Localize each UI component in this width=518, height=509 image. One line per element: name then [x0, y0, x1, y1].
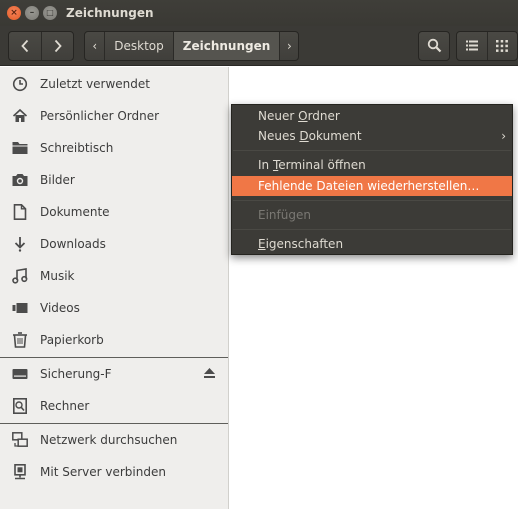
menu-item-label: In Terminal öffnen	[258, 158, 366, 172]
drive-icon	[0, 368, 40, 380]
sidebar-item-label: Rechner	[40, 399, 90, 413]
sidebar-item-trash[interactable]: Papierkorb	[0, 324, 228, 356]
camera-icon	[0, 173, 40, 187]
menu-item-label: Einfügen	[258, 208, 311, 222]
sidebar-item-downloads[interactable]: Downloads	[0, 228, 228, 260]
menu-item-new-folder[interactable]: Neuer Ordner	[232, 106, 512, 126]
network-icon	[0, 432, 40, 448]
chevron-left-icon	[21, 39, 29, 52]
close-icon: ×	[10, 7, 18, 18]
grid-view-button[interactable]	[486, 31, 517, 60]
maximize-icon: □	[46, 8, 54, 17]
close-window-button[interactable]: ×	[7, 6, 21, 20]
menu-separator	[233, 229, 511, 230]
chevron-right-icon	[54, 39, 62, 52]
sidebar-item-browse-network[interactable]: Netzwerk durchsuchen	[0, 424, 228, 456]
download-icon	[0, 236, 40, 252]
menu-item-restore-missing-files[interactable]: Fehlende Dateien wiederherstellen…	[232, 176, 512, 196]
path-scroll-left-button[interactable]: ‹	[85, 32, 104, 60]
sidebar-item-label: Netzwerk durchsuchen	[40, 433, 178, 447]
grid-view-icon	[496, 39, 509, 52]
search-icon	[427, 38, 441, 53]
search-button[interactable]	[419, 32, 448, 60]
title-bar: × – □ Zeichnungen	[0, 0, 518, 26]
context-menu: Neuer Ordner Neues Dokument › In Termina…	[231, 104, 513, 255]
clock-icon	[0, 76, 40, 92]
music-icon	[0, 268, 40, 284]
sidebar-item-label: Sicherung-F	[40, 367, 112, 381]
sidebar-item-label: Bilder	[40, 173, 75, 187]
toolbar: ‹ Desktop Zeichnungen ›	[0, 26, 518, 66]
sidebar-item-documents[interactable]: Dokumente	[0, 196, 228, 228]
sidebar-item-label: Papierkorb	[40, 333, 104, 347]
sidebar-item-label: Schreibtisch	[40, 141, 114, 155]
breadcrumb-zeichnungen[interactable]: Zeichnungen	[172, 31, 280, 60]
minimize-icon: –	[29, 7, 35, 18]
sidebar-item-computer[interactable]: Rechner	[0, 390, 228, 422]
view-mode-group	[455, 30, 518, 61]
sidebar-item-pictures[interactable]: Bilder	[0, 164, 228, 196]
sidebar-item-label: Videos	[40, 301, 80, 315]
menu-separator	[233, 200, 511, 201]
eject-icon[interactable]	[203, 367, 216, 382]
sidebar-item-home[interactable]: Persönlicher Ordner	[0, 100, 228, 132]
path-right-icon: ›	[286, 38, 292, 53]
list-view-button[interactable]	[457, 32, 487, 60]
navigation-buttons	[8, 30, 75, 61]
back-button[interactable]	[9, 32, 41, 60]
window-title: Zeichnungen	[66, 6, 154, 20]
menu-item-new-document[interactable]: Neues Dokument ›	[232, 126, 512, 146]
computer-icon	[0, 398, 40, 414]
sidebar-item-label: Zuletzt verwendet	[40, 77, 150, 91]
sidebar-item-connect-server[interactable]: Mit Server verbinden	[0, 456, 228, 488]
sidebar: Zuletzt verwendet Persönlicher Ordner Sc…	[0, 67, 229, 509]
menu-item-label: Neuer Ordner	[258, 109, 340, 123]
search-button-group	[418, 30, 450, 61]
video-icon	[0, 302, 40, 314]
menu-separator	[233, 150, 511, 151]
menu-item-label: Eigenschaften	[258, 237, 344, 251]
sidebar-item-desktop[interactable]: Schreibtisch	[0, 132, 228, 164]
path-bar: ‹ Desktop Zeichnungen ›	[84, 30, 300, 61]
sidebar-item-music[interactable]: Musik	[0, 260, 228, 292]
submenu-arrow-icon: ›	[501, 129, 506, 143]
trash-icon	[0, 332, 40, 348]
minimize-window-button[interactable]: –	[25, 6, 39, 20]
path-left-icon: ‹	[92, 38, 98, 53]
sidebar-item-label: Musik	[40, 269, 75, 283]
forward-button[interactable]	[41, 31, 73, 60]
sidebar-item-sicherung-f[interactable]: Sicherung-F	[0, 358, 228, 390]
list-view-icon	[465, 40, 478, 51]
sidebar-item-label: Persönlicher Ordner	[40, 109, 160, 123]
menu-item-paste: Einfügen	[232, 205, 512, 225]
menu-item-label: Fehlende Dateien wiederherstellen…	[258, 179, 480, 193]
folder-icon	[0, 141, 40, 155]
maximize-window-button[interactable]: □	[43, 6, 57, 20]
home-icon	[0, 108, 40, 124]
document-icon	[0, 204, 40, 220]
menu-item-properties[interactable]: Eigenschaften	[232, 234, 512, 254]
path-scroll-right-button[interactable]: ›	[279, 31, 298, 60]
breadcrumb-desktop[interactable]: Desktop	[104, 31, 173, 60]
sidebar-item-label: Dokumente	[40, 205, 110, 219]
menu-item-label: Neues Dokument	[258, 129, 362, 143]
sidebar-item-label: Mit Server verbinden	[40, 465, 166, 479]
sidebar-item-videos[interactable]: Videos	[0, 292, 228, 324]
sidebar-item-recent[interactable]: Zuletzt verwendet	[0, 68, 228, 100]
sidebar-item-label: Downloads	[40, 237, 106, 251]
server-icon	[0, 464, 40, 480]
menu-item-open-terminal[interactable]: In Terminal öffnen	[232, 155, 512, 175]
